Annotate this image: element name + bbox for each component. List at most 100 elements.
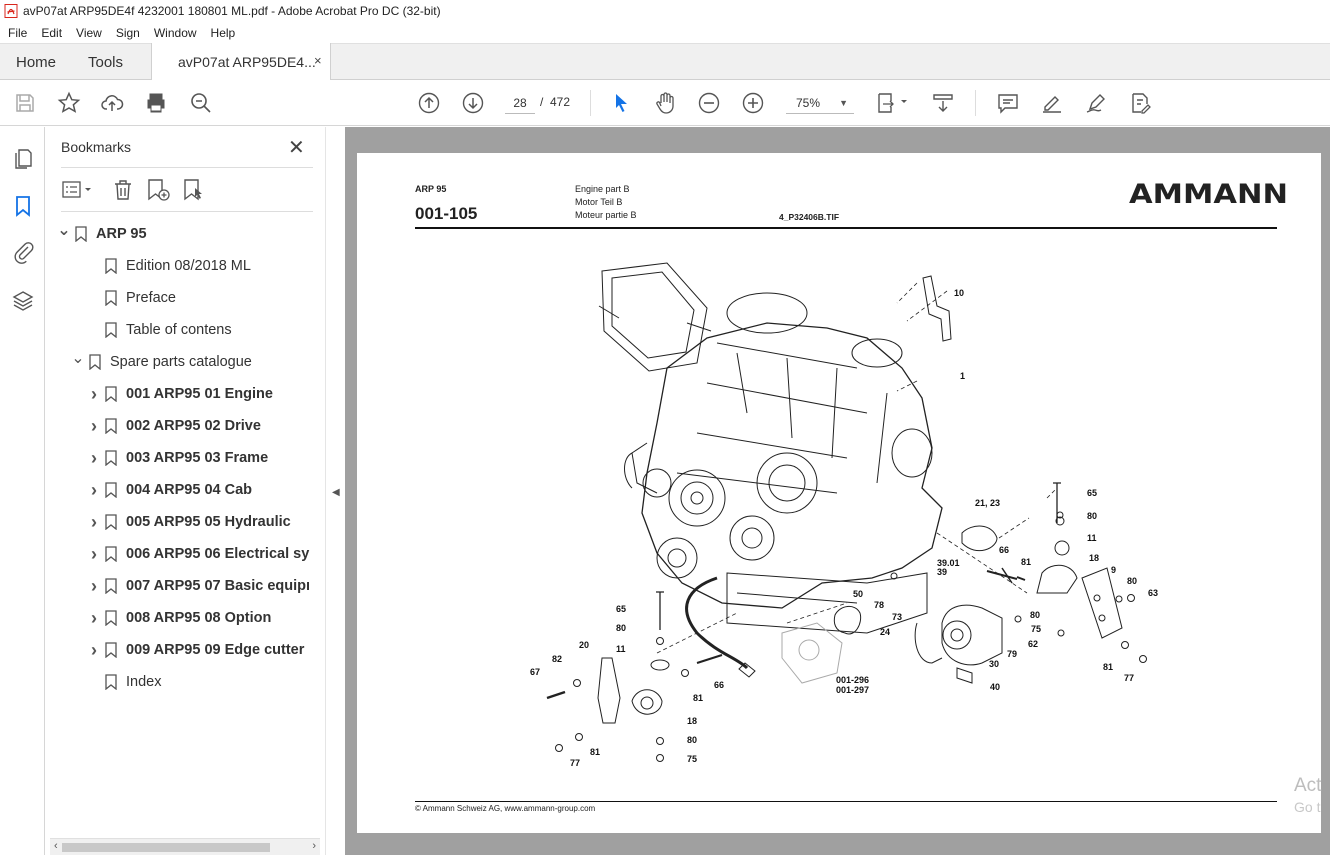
bookmark-item[interactable]: › 002 ARP95 02 Drive — [87, 410, 261, 442]
callout-label: 80 — [616, 623, 626, 633]
menu-file[interactable]: File — [8, 26, 27, 40]
chevron-down-icon: ▼ — [839, 98, 848, 108]
left-navigation-rail — [0, 127, 45, 855]
callout-label: 001-297 — [836, 685, 869, 695]
chevron-right-icon[interactable]: › — [87, 544, 101, 565]
scroll-left-icon[interactable]: ‹ — [54, 840, 58, 852]
options-menu-icon[interactable] — [61, 177, 95, 203]
close-tab-icon[interactable]: × — [314, 53, 322, 68]
chevron-right-icon[interactable]: › — [87, 576, 101, 597]
sign-pen-icon[interactable] — [1084, 91, 1108, 115]
menu-edit[interactable]: Edit — [41, 26, 62, 40]
bookmark-icon — [105, 322, 117, 338]
scroll-right-icon[interactable]: › — [312, 840, 316, 852]
bookmark-item[interactable]: Edition 08/2018 ML — [87, 250, 251, 282]
bookmark-item[interactable]: › 009 ARP95 09 Edge cutter — [87, 634, 304, 666]
zoom-level-value: 75% — [796, 96, 821, 110]
menu-view[interactable]: View — [76, 26, 102, 40]
edit-document-icon[interactable] — [1128, 91, 1152, 115]
chevron-right-icon[interactable]: › — [87, 416, 101, 437]
menu-window[interactable]: Window — [154, 26, 197, 40]
menu-sign[interactable]: Sign — [116, 26, 140, 40]
header-rule — [415, 227, 1277, 229]
bookmark-label: Index — [126, 674, 162, 690]
panel-collapse-strip[interactable]: ◀ — [325, 127, 345, 855]
zoom-in-icon[interactable] — [741, 91, 765, 115]
bookmark-icon — [105, 546, 117, 562]
bookmark-item[interactable]: › 004 ARP95 04 Cab — [87, 474, 252, 506]
bookmark-item[interactable]: › 006 ARP95 06 Electrical sy — [87, 538, 309, 570]
callout-label: 1 — [960, 371, 965, 381]
zoom-search-icon[interactable] — [189, 91, 213, 115]
chevron-down-icon[interactable]: ⌄ — [71, 348, 85, 368]
footer-rule — [415, 801, 1277, 802]
chevron-right-icon[interactable]: › — [87, 608, 101, 629]
bookmark-item[interactable]: › 005 ARP95 05 Hydraulic — [87, 506, 291, 538]
bookmark-item[interactable]: › 001 ARP95 01 Engine — [87, 378, 273, 410]
chevron-right-icon[interactable]: › — [87, 384, 101, 405]
chevron-down-icon[interactable]: ⌄ — [57, 220, 71, 240]
bookmark-label: 008 ARP95 08 Option — [126, 610, 272, 626]
callout-label: 77 — [570, 758, 580, 768]
upload-cloud-icon[interactable] — [100, 91, 124, 115]
previous-page-icon[interactable] — [417, 91, 441, 115]
bookmark-item[interactable]: ⌄ ARP 95 — [57, 218, 147, 250]
select-cursor-icon[interactable] — [609, 91, 633, 115]
hand-tool-icon[interactable] — [653, 91, 677, 115]
chevron-right-icon[interactable]: › — [87, 512, 101, 533]
attachment-paperclip-icon[interactable] — [11, 240, 35, 264]
layers-icon[interactable] — [11, 289, 35, 313]
scroll-mode-icon[interactable] — [931, 91, 955, 115]
bookmark-label: 001 ARP95 01 Engine — [126, 386, 273, 402]
page-fit-icon[interactable] — [875, 91, 911, 115]
bookmark-item[interactable]: Index — [87, 666, 161, 698]
new-bookmark-icon[interactable] — [145, 177, 171, 203]
document-viewport[interactable]: 10 1 65 80 11 18 21, 23 9 80 63 66 81 39… — [345, 127, 1330, 855]
callout-label: 39 — [937, 567, 947, 577]
chevron-right-icon[interactable]: › — [87, 480, 101, 501]
bookmarks-panel-title: Bookmarks — [61, 139, 132, 155]
page-thumbnails-icon[interactable] — [11, 147, 35, 171]
bookmark-from-selection-icon[interactable] — [181, 177, 207, 203]
bookmark-icon — [105, 482, 117, 498]
callout-label: 20 — [579, 640, 589, 650]
bookmark-item[interactable]: › 003 ARP95 03 Frame — [87, 442, 268, 474]
collapse-panel-icon[interactable]: ◀ — [332, 487, 340, 498]
bookmark-label: 007 ARP95 07 Basic equipı — [126, 578, 311, 594]
bookmark-icon — [75, 226, 87, 242]
callout-label: 66 — [999, 545, 1009, 555]
bookmark-label: 003 ARP95 03 Frame — [126, 450, 269, 466]
page-number-input[interactable]: 28 — [505, 92, 535, 114]
bookmark-item[interactable]: ⌄ Spare parts catalogue — [71, 346, 252, 378]
horizontal-scrollbar[interactable]: ‹ › — [50, 838, 320, 855]
comment-icon[interactable] — [996, 91, 1020, 115]
highlight-pen-icon[interactable] — [1040, 91, 1064, 115]
delete-bookmark-icon[interactable] — [111, 177, 135, 203]
star-icon[interactable] — [57, 91, 81, 115]
zoom-level-select[interactable]: 75% ▼ — [786, 92, 854, 114]
scrollbar-thumb[interactable] — [62, 843, 270, 852]
bookmark-item[interactable]: › 007 ARP95 07 Basic equipı — [87, 570, 310, 602]
save-icon[interactable] — [13, 91, 37, 115]
callout-label: 79 — [1007, 649, 1017, 659]
model-label: ARP 95 — [415, 184, 447, 194]
callout-label: 9 — [1111, 565, 1116, 575]
callout-label: 78 — [874, 600, 884, 610]
bookmark-icon[interactable] — [11, 194, 35, 218]
chevron-right-icon[interactable]: › — [87, 640, 101, 661]
close-panel-icon[interactable]: ✕ — [288, 135, 305, 160]
zoom-out-icon[interactable] — [697, 91, 721, 115]
bookmark-item[interactable]: Preface — [87, 282, 176, 314]
bookmark-icon — [105, 418, 117, 434]
next-page-icon[interactable] — [461, 91, 485, 115]
tab-tools[interactable]: Tools — [88, 54, 123, 71]
bookmark-tree: ⌄ ARP 95 Edition 08/2018 ML Preface Table of… — [45, 218, 325, 818]
print-icon[interactable] — [144, 91, 168, 115]
bookmark-item[interactable]: Table of contens — [87, 314, 232, 346]
tab-document[interactable]: avP07at ARP95DE4... × — [151, 43, 331, 80]
menu-help[interactable]: Help — [211, 26, 236, 40]
bookmark-item[interactable]: › 008 ARP95 08 Option — [87, 602, 271, 634]
chevron-right-icon[interactable]: › — [87, 448, 101, 469]
tab-home[interactable]: Home — [16, 54, 56, 71]
callout-label: 50 — [853, 589, 863, 599]
